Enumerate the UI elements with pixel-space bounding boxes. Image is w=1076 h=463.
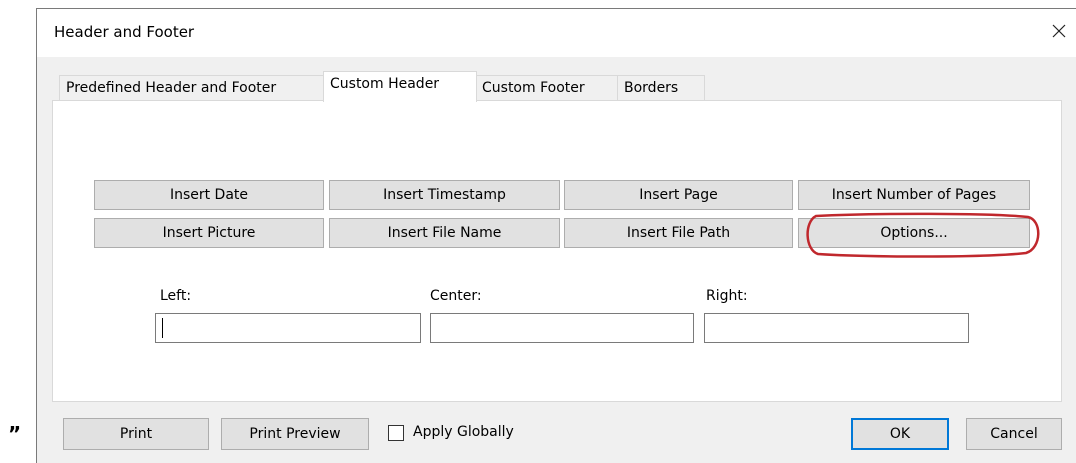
dialog-titlebar: Header and Footer	[37, 9, 1076, 57]
right-label: Right:	[706, 288, 748, 304]
tab-custom-footer[interactable]: Custom Footer	[475, 75, 618, 100]
tab-predefined-header-footer[interactable]: Predefined Header and Footer	[59, 75, 324, 100]
insert-timestamp-button[interactable]: Insert Timestamp	[329, 180, 560, 210]
close-button[interactable]	[1043, 15, 1075, 47]
left-label: Left:	[160, 288, 192, 304]
stray-quote-mark: ”	[8, 422, 22, 446]
center-section-input[interactable]	[430, 313, 694, 343]
insert-file-name-button[interactable]: Insert File Name	[329, 218, 560, 248]
cancel-button[interactable]: Cancel	[966, 418, 1062, 450]
insert-page-button[interactable]: Insert Page	[564, 180, 793, 210]
left-section-input[interactable]	[155, 313, 421, 343]
insert-number-of-pages-button[interactable]: Insert Number of Pages	[798, 180, 1030, 210]
print-button[interactable]: Print	[63, 418, 209, 450]
insert-file-path-button[interactable]: Insert File Path	[564, 218, 793, 248]
insert-date-button[interactable]: Insert Date	[94, 180, 324, 210]
screenshot-canvas: ” Header and Footer Predefined Header an…	[0, 0, 1076, 463]
custom-header-panel	[52, 100, 1062, 402]
insert-picture-button[interactable]: Insert Picture	[94, 218, 324, 248]
apply-globally-label[interactable]: Apply Globally	[413, 424, 514, 440]
tab-borders[interactable]: Borders	[617, 75, 705, 100]
dialog-title: Header and Footer	[54, 23, 195, 41]
right-section-input[interactable]	[704, 313, 969, 343]
tab-custom-header[interactable]: Custom Header	[323, 71, 477, 102]
close-icon	[1052, 24, 1066, 38]
print-preview-button[interactable]: Print Preview	[221, 418, 369, 450]
center-label: Center:	[430, 288, 482, 304]
apply-globally-checkbox[interactable]	[388, 425, 404, 441]
options-button[interactable]: Options...	[798, 218, 1030, 248]
text-caret	[162, 318, 163, 338]
ok-button[interactable]: OK	[851, 418, 949, 450]
